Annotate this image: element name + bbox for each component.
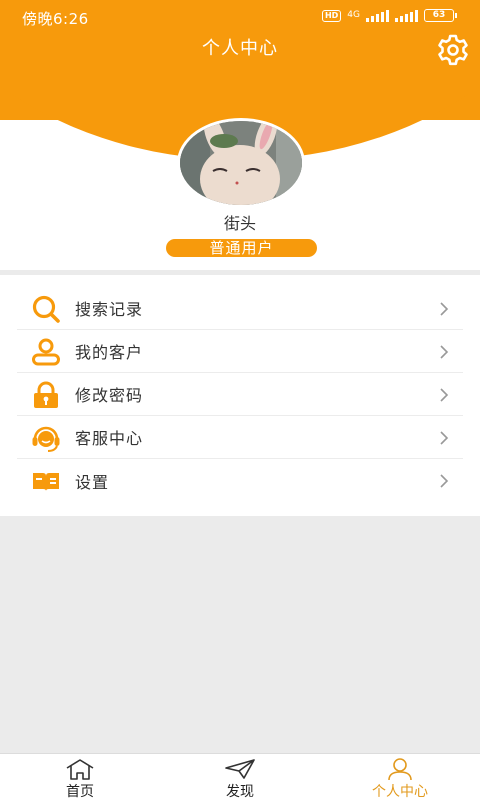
hd-icon: HD xyxy=(321,9,342,22)
search-icon xyxy=(32,295,60,323)
tab-discover[interactable]: 发现 xyxy=(180,754,300,800)
signal-icon xyxy=(366,9,389,22)
menu-item-search-history[interactable]: 搜索记录 xyxy=(17,287,463,330)
headset-icon xyxy=(32,426,60,452)
page-title: 个人中心 xyxy=(202,38,278,59)
menu-item-label: 搜索记录 xyxy=(75,300,144,319)
menu-item-change-password[interactable]: 修改密码 xyxy=(17,373,463,416)
tab-bar: 首页 发现 个人中心 xyxy=(0,753,480,800)
tab-label: 首页 xyxy=(66,784,94,800)
menu-item-label: 客服中心 xyxy=(75,429,144,448)
menu-item-settings[interactable]: 设置 xyxy=(17,459,463,502)
menu-item-label: 我的客户 xyxy=(75,343,144,362)
signal-icon-2 xyxy=(395,9,418,22)
avatar[interactable] xyxy=(177,118,305,208)
chevron-right-icon xyxy=(440,345,449,359)
chevron-right-icon xyxy=(440,431,449,445)
person-icon xyxy=(388,758,412,780)
book-icon xyxy=(33,473,59,491)
menu-item-label: 设置 xyxy=(75,472,110,492)
network-type: 4G xyxy=(347,10,360,20)
role-badge: 普通用户 xyxy=(166,239,317,257)
paper-plane-icon xyxy=(225,759,255,779)
menu-item-label: 修改密码 xyxy=(75,386,144,405)
status-indicators: HD 4G 63 xyxy=(321,9,457,22)
username: 街头 xyxy=(223,214,256,233)
home-icon xyxy=(66,759,94,780)
tab-home[interactable]: 首页 xyxy=(20,754,140,800)
chevron-right-icon xyxy=(440,474,449,488)
tab-label: 个人中心 xyxy=(372,784,428,800)
gear-icon[interactable] xyxy=(436,33,470,67)
chevron-right-icon xyxy=(440,388,449,402)
menu-list: 搜索记录 我的客户 修改密码 客服中心 设置 xyxy=(0,275,480,516)
chevron-right-icon xyxy=(440,302,449,316)
menu-item-customer-service[interactable]: 客服中心 xyxy=(17,416,463,459)
status-bar: 傍晚6:26 HD 4G 63 xyxy=(0,0,480,32)
status-time: 傍晚6:26 xyxy=(22,10,89,28)
user-icon xyxy=(32,338,60,366)
lock-icon xyxy=(34,381,58,408)
battery-icon: 63 xyxy=(424,9,457,22)
tab-profile[interactable]: 个人中心 xyxy=(340,754,460,800)
menu-item-my-customers[interactable]: 我的客户 xyxy=(17,330,463,373)
tab-label: 发现 xyxy=(226,784,254,800)
